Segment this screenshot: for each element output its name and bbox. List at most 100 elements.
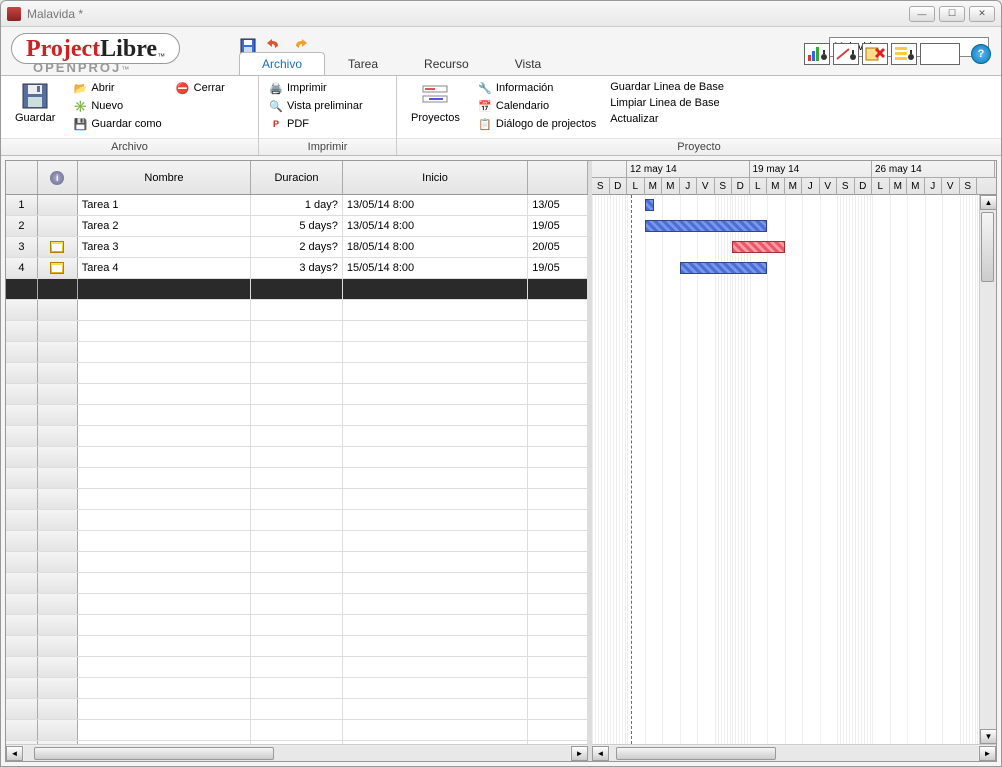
col-header-start[interactable]: Inicio: [343, 161, 528, 194]
projects-button[interactable]: Proyectos: [405, 80, 466, 126]
gantt-bar[interactable]: [680, 262, 768, 274]
weekend-shade: [610, 195, 628, 744]
gantt-scroll-right-icon[interactable]: ►: [979, 746, 996, 761]
group-label-imprimir: Imprimir: [259, 138, 396, 155]
day-header: V: [942, 178, 960, 195]
empty-row[interactable]: [6, 510, 588, 531]
update-button[interactable]: Actualizar: [608, 112, 726, 126]
minimize-button[interactable]: —: [909, 6, 935, 22]
close-button[interactable]: ✕: [969, 6, 995, 22]
day-header: M: [645, 178, 663, 195]
empty-row[interactable]: [6, 552, 588, 573]
maximize-button[interactable]: ☐: [939, 6, 965, 22]
save-button[interactable]: Guardar: [9, 80, 61, 126]
task-grid: i Nombre Duracion Inicio 1Tarea 11 day?1…: [6, 161, 592, 761]
day-header: J: [680, 178, 698, 195]
close-file-button[interactable]: ⛔Cerrar: [174, 80, 227, 96]
scroll-right-icon[interactable]: ►: [571, 746, 588, 761]
gantt-bar[interactable]: [645, 220, 768, 232]
chart-view-icon[interactable]: [804, 43, 830, 65]
grid-hscroll[interactable]: ◄ ►: [6, 744, 588, 761]
empty-row[interactable]: [6, 363, 588, 384]
calendar-button[interactable]: 📅Calendario: [476, 98, 598, 114]
scroll-thumb[interactable]: [34, 747, 274, 760]
resource-view-icon[interactable]: [833, 43, 859, 65]
col-header-end[interactable]: [528, 161, 588, 194]
empty-row[interactable]: [6, 615, 588, 636]
summary-row: [6, 279, 588, 300]
projects-dialog-button[interactable]: 📋Diálogo de projectos: [476, 116, 598, 132]
empty-row[interactable]: [6, 300, 588, 321]
day-header: L: [750, 178, 768, 195]
save-baseline-button[interactable]: Guardar Linea de Base: [608, 80, 726, 94]
open-button[interactable]: 📂Abrir: [71, 80, 163, 96]
day-header: M: [767, 178, 785, 195]
scroll-up-icon[interactable]: ▲: [980, 195, 996, 210]
table-row[interactable]: 4Tarea 43 days?15/05/14 8:0019/05: [6, 258, 588, 279]
tab-vista[interactable]: Vista: [492, 52, 564, 75]
week-header: 26 may 14: [872, 161, 995, 177]
calendar-icon: 📅: [478, 99, 492, 113]
day-header: D: [855, 178, 873, 195]
empty-row[interactable]: [6, 699, 588, 720]
tab-tarea[interactable]: Tarea: [325, 52, 401, 75]
gantt-vscroll[interactable]: ▲ ▼: [979, 195, 996, 744]
empty-row[interactable]: [6, 468, 588, 489]
gantt-bar[interactable]: [732, 241, 785, 253]
gantt-scroll-thumb[interactable]: [616, 747, 776, 760]
day-header: V: [820, 178, 838, 195]
pdf-button[interactable]: PPDF: [267, 116, 365, 132]
empty-row[interactable]: [6, 447, 588, 468]
col-header-name[interactable]: Nombre: [78, 161, 251, 194]
empty-row[interactable]: [6, 636, 588, 657]
save-as-button[interactable]: 💾Guardar como: [71, 116, 163, 132]
empty-row[interactable]: [6, 720, 588, 741]
weekend-shade: [960, 195, 978, 744]
print-icon: 🖨️: [269, 81, 283, 95]
day-header: M: [662, 178, 680, 195]
day-header: S: [960, 178, 978, 195]
list-view-icon[interactable]: [891, 43, 917, 65]
empty-row[interactable]: [6, 678, 588, 699]
scroll-left-icon[interactable]: ◄: [6, 746, 23, 761]
clear-baseline-button[interactable]: Limpiar Linea de Base: [608, 96, 726, 110]
scroll-thumb-v[interactable]: [981, 212, 994, 282]
scroll-down-icon[interactable]: ▼: [980, 729, 996, 744]
empty-row[interactable]: [6, 594, 588, 615]
preview-button[interactable]: 🔍Vista preliminar: [267, 98, 365, 114]
empty-row[interactable]: [6, 321, 588, 342]
gantt-bar[interactable]: [645, 199, 654, 211]
info-button[interactable]: 🔧Información: [476, 80, 598, 96]
col-header-row[interactable]: [6, 161, 38, 194]
tab-archivo[interactable]: Archivo: [239, 52, 325, 75]
new-button[interactable]: ✳️Nuevo: [71, 98, 163, 114]
empty-row[interactable]: [6, 489, 588, 510]
titlebar: Malavida * — ☐ ✕: [1, 1, 1001, 27]
empty-row[interactable]: [6, 342, 588, 363]
folder-open-icon: 📂: [73, 81, 87, 95]
col-header-duration[interactable]: Duracion: [251, 161, 343, 194]
print-button[interactable]: 🖨️Imprimir: [267, 80, 365, 96]
help-icon[interactable]: ?: [971, 44, 991, 64]
day-header: S: [592, 178, 610, 195]
empty-row[interactable]: [6, 531, 588, 552]
table-row[interactable]: 3Tarea 32 days?18/05/14 8:0020/05: [6, 237, 588, 258]
remove-view-icon[interactable]: [862, 43, 888, 65]
tab-recurso[interactable]: Recurso: [401, 52, 492, 75]
table-row[interactable]: 1Tarea 11 day?13/05/14 8:0013/05: [6, 195, 588, 216]
empty-row[interactable]: [6, 384, 588, 405]
table-row[interactable]: 2Tarea 25 days?13/05/14 8:0019/05: [6, 216, 588, 237]
empty-row[interactable]: [6, 657, 588, 678]
gantt-hscroll[interactable]: ◄ ►: [592, 744, 996, 761]
new-icon: ✳️: [73, 99, 87, 113]
col-header-info[interactable]: i: [38, 161, 78, 194]
empty-row[interactable]: [6, 573, 588, 594]
empty-row[interactable]: [6, 426, 588, 447]
search-box[interactable]: [920, 43, 960, 65]
group-label-proyecto: Proyecto: [397, 138, 1001, 155]
empty-row[interactable]: [6, 405, 588, 426]
preview-icon: 🔍: [269, 99, 283, 113]
gantt-scroll-left-icon[interactable]: ◄: [592, 746, 609, 761]
weekend-shade: [732, 195, 750, 744]
weekend-shade: [715, 195, 733, 744]
